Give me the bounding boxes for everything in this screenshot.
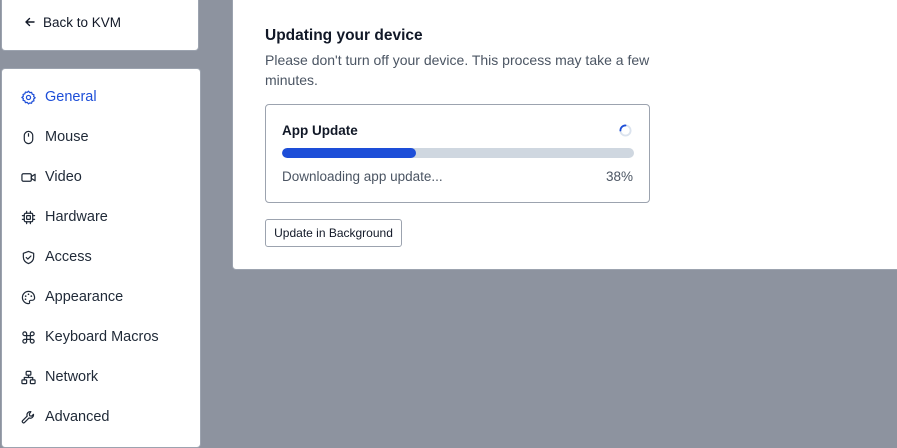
command-key-icon <box>20 329 36 345</box>
back-to-kvm-label: Back to KVM <box>43 14 122 30</box>
app-update-title: App Update <box>282 123 358 138</box>
update-subtitle: Please don't turn off your device. This … <box>265 52 650 88</box>
sidebar-item-label: Network <box>45 369 99 385</box>
sidebar-item-label: Mouse <box>45 129 89 145</box>
sidebar-item-access[interactable]: Access <box>20 247 92 267</box>
back-to-kvm-button[interactable]: Back to KVM <box>24 12 121 32</box>
gear-icon <box>20 89 36 105</box>
back-card: Back to KVM <box>1 0 199 51</box>
app-update-progress-bar <box>282 148 634 158</box>
chip-icon <box>20 209 36 225</box>
sidebar-item-general[interactable]: General <box>20 87 97 107</box>
network-icon <box>20 369 36 385</box>
video-camera-icon <box>20 169 36 185</box>
mouse-icon <box>20 129 36 145</box>
shield-icon <box>20 249 36 265</box>
arrow-left-icon <box>24 16 36 28</box>
loading-spinner-icon <box>619 124 632 137</box>
app-update-panel: App Update Downloading app update... 38% <box>265 104 650 203</box>
palette-icon <box>20 289 36 305</box>
sidebar-item-label: Access <box>45 249 92 265</box>
sidebar-item-label: Keyboard Macros <box>45 329 159 345</box>
update-dialog: Updating your device Please don't turn o… <box>232 0 897 270</box>
sidebar-item-hardware[interactable]: Hardware <box>20 207 108 227</box>
app-update-progress-fill <box>282 148 416 158</box>
sidebar-item-appearance[interactable]: Appearance <box>20 287 123 307</box>
sidebar-item-network[interactable]: Network <box>20 367 98 387</box>
app-update-percent: 38% <box>605 169 633 184</box>
app-update-status: Downloading app update... <box>282 169 443 184</box>
sidebar-item-advanced[interactable]: Advanced <box>20 407 110 427</box>
sidebar-item-mouse[interactable]: Mouse <box>20 127 89 147</box>
sidebar-item-label: Appearance <box>45 289 124 305</box>
settings-sidebar: General Mouse Video Hardware Access Appe… <box>1 68 201 448</box>
update-title: Updating your device <box>265 27 423 44</box>
sidebar-item-video[interactable]: Video <box>20 167 82 187</box>
sidebar-item-label: Advanced <box>45 409 110 425</box>
sidebar-item-label: General <box>45 89 97 105</box>
sidebar-item-label: Hardware <box>45 209 108 225</box>
update-in-background-button[interactable]: Update in Background <box>265 219 402 247</box>
sidebar-item-label: Video <box>45 169 82 185</box>
wrench-icon <box>20 409 36 425</box>
sidebar-item-keyboard-macros[interactable]: Keyboard Macros <box>20 327 159 347</box>
